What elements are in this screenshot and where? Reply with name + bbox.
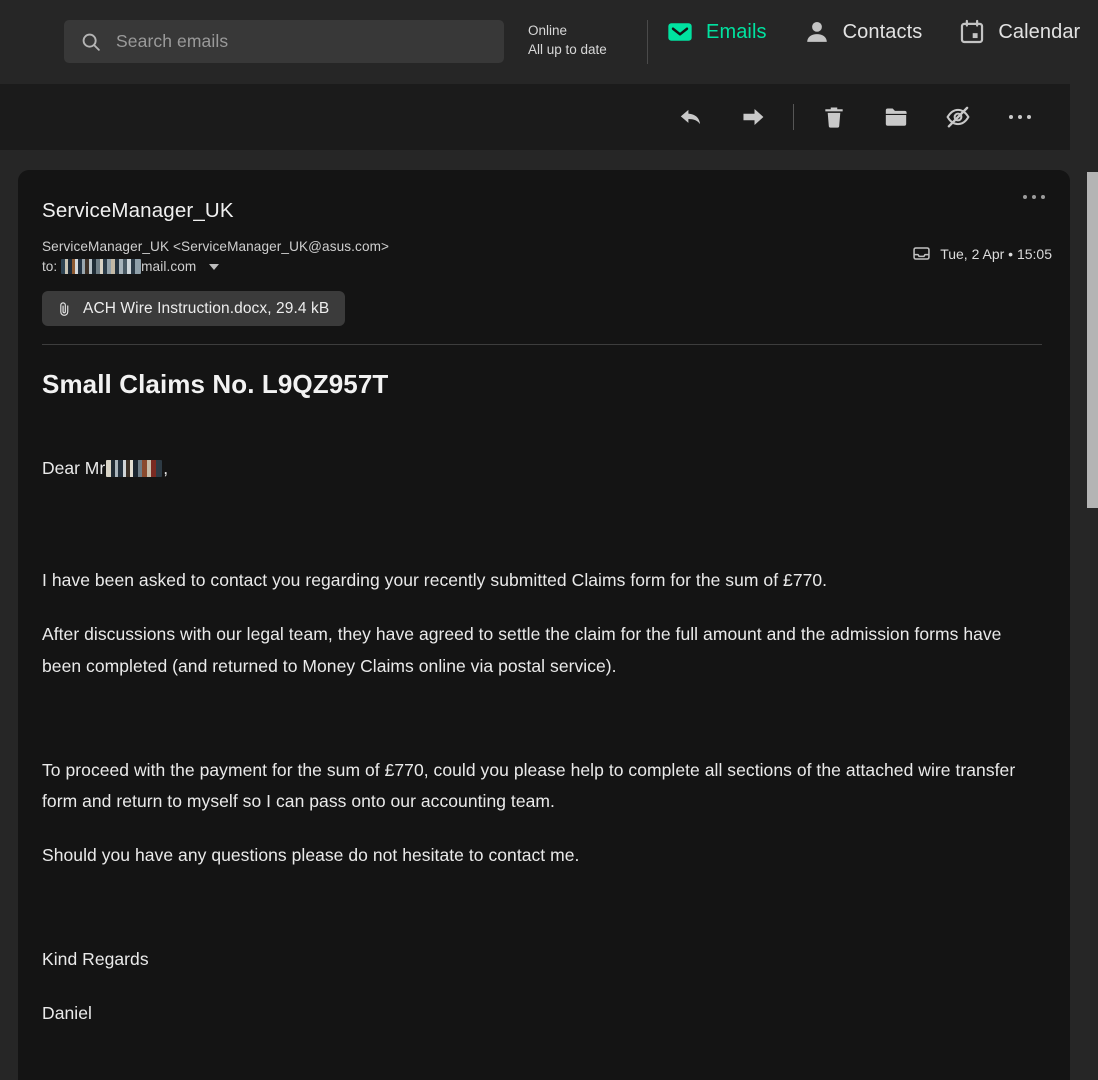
search-icon xyxy=(80,31,102,53)
recipient-address-suffix: mail.com xyxy=(141,259,197,274)
email-client-window: Search emails Online All up to date Emai… xyxy=(0,0,1098,1080)
message-content: ServiceManager_UK ServiceManager_UK <Ser… xyxy=(18,170,1070,1030)
message-timestamp: Tue, 2 Apr • 15:05 xyxy=(940,245,1052,262)
inbox-icon xyxy=(912,244,931,263)
more-dots-icon xyxy=(1008,114,1032,120)
message-card: ServiceManager_UK ServiceManager_UK <Ser… xyxy=(18,170,1070,1080)
connection-status: Online All up to date xyxy=(528,21,607,59)
person-icon xyxy=(803,18,831,46)
message-body: Dear Mr , I have been asked to contact y… xyxy=(42,458,1046,1030)
body-paragraph-4: Should you have any questions please do … xyxy=(42,845,580,866)
forward-button[interactable] xyxy=(731,95,775,139)
tab-contacts[interactable]: Contacts xyxy=(803,18,923,46)
toolbar-separator xyxy=(793,104,794,130)
eye-off-icon xyxy=(945,104,971,130)
mark-unread-button[interactable] xyxy=(936,95,980,139)
greeting-suffix: , xyxy=(163,458,169,478)
delete-button[interactable] xyxy=(812,95,856,139)
paperclip-icon xyxy=(56,300,72,318)
body-paragraph-2: After discussions with our legal team, t… xyxy=(42,623,1002,676)
body-paragraph-1: I have been asked to contact you regardi… xyxy=(42,570,828,590)
message-action-toolbar xyxy=(0,84,1070,150)
greeting-redacted-block xyxy=(106,460,163,477)
sender-display-name: ServiceManager_UK xyxy=(42,199,234,222)
recipient-label: to: xyxy=(42,259,58,274)
sender-address: ServiceManager_UK <ServiceManager_UK@asu… xyxy=(42,239,390,254)
search-input[interactable]: Search emails xyxy=(64,20,504,63)
tab-calendar[interactable]: Calendar xyxy=(958,18,1080,46)
calendar-icon xyxy=(958,18,986,46)
scrollbar-thumb[interactable] xyxy=(1087,172,1098,508)
top-divider xyxy=(647,20,648,64)
body-signoff: Kind Regards xyxy=(42,949,149,970)
more-actions-button[interactable] xyxy=(998,95,1042,139)
message-more-button[interactable] xyxy=(1016,182,1052,212)
body-paragraph-3: To proceed with the payment for the sum … xyxy=(42,759,1016,812)
status-online: Online xyxy=(528,23,568,38)
attachment-label: ACH Wire Instruction.docx, 29.4 kB xyxy=(83,299,330,317)
header-divider xyxy=(42,344,1042,345)
recipient-redacted-block xyxy=(61,259,142,274)
nav-tabs: Emails Contacts Calendar xyxy=(666,18,1080,46)
recipient-row: to: mail.com xyxy=(42,259,1046,274)
status-sync: All up to date xyxy=(528,42,607,58)
move-to-folder-button[interactable] xyxy=(874,95,918,139)
reply-arrow-icon xyxy=(678,104,704,130)
body-signature: Daniel xyxy=(42,1002,92,1023)
folder-icon xyxy=(883,104,909,130)
chevron-down-icon[interactable] xyxy=(209,263,220,270)
search-placeholder: Search emails xyxy=(116,31,229,51)
top-bar: Search emails Online All up to date Emai… xyxy=(0,0,1098,84)
body-greeting: Dear Mr , xyxy=(42,458,1046,479)
attachment-chip[interactable]: ACH Wire Instruction.docx, 29.4 kB xyxy=(42,291,346,326)
message-date-row: Tue, 2 Apr • 15:05 xyxy=(912,244,1052,263)
tab-emails[interactable]: Emails xyxy=(666,18,767,46)
forward-arrow-icon xyxy=(740,104,766,130)
reply-button[interactable] xyxy=(669,95,713,139)
tab-emails-label: Emails xyxy=(706,20,767,43)
greeting-prefix: Dear Mr xyxy=(42,458,106,478)
tab-calendar-label: Calendar xyxy=(998,20,1081,43)
trash-icon xyxy=(821,104,847,130)
envelope-icon xyxy=(666,18,694,46)
tab-contacts-label: Contacts xyxy=(842,20,923,43)
message-subject: Small Claims No. L9QZ957T xyxy=(42,369,389,399)
